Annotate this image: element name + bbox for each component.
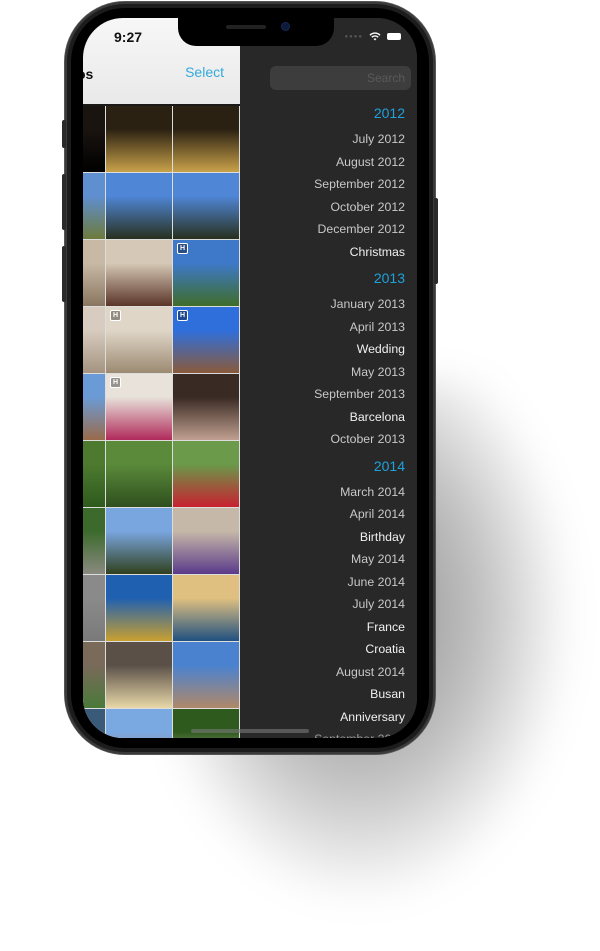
timeline-item[interactable]: January 2013 [314, 293, 405, 316]
wifi-icon [369, 32, 381, 41]
select-button[interactable]: Select [185, 64, 224, 80]
photo-thumbnail[interactable]: H [106, 307, 172, 373]
photos-panel: 9:27 os Select 224 HHHH [83, 18, 240, 738]
photo-thumbnail[interactable] [83, 374, 105, 440]
timeline-item[interactable]: July 2012 [314, 128, 405, 151]
volume-down-button [62, 246, 66, 302]
photo-thumbnail[interactable] [106, 508, 172, 574]
hdr-badge-icon: H [110, 310, 121, 321]
signal-icon: ●●●● [344, 33, 363, 40]
mute-switch [62, 120, 66, 148]
timeline-item[interactable]: Christmas [314, 241, 405, 264]
search-input[interactable] [270, 66, 411, 90]
photo-thumbnail[interactable] [83, 240, 105, 306]
year-header[interactable]: 2012 [314, 98, 405, 128]
photo-thumbnail[interactable] [173, 575, 239, 641]
timeline-item[interactable]: May 2013 [314, 361, 405, 384]
photo-thumbnail[interactable] [173, 173, 239, 239]
timeline-item[interactable]: July 2014 [314, 593, 405, 616]
timeline-item[interactable]: May 2014 [314, 548, 405, 571]
status-icons: ●●●● [344, 32, 401, 41]
photo-thumbnail[interactable] [173, 441, 239, 507]
timeline-item[interactable]: Busan [314, 683, 405, 706]
hdr-badge-icon: H [177, 243, 188, 254]
hdr-badge-icon: H [110, 377, 121, 388]
photo-thumbnail[interactable] [83, 441, 105, 507]
photo-thumbnail[interactable] [173, 709, 239, 738]
photo-thumbnail[interactable] [83, 508, 105, 574]
timeline-item[interactable]: France [314, 616, 405, 639]
timeline-item[interactable]: Croatia [314, 638, 405, 661]
timeline-item[interactable]: Birthday [314, 526, 405, 549]
photo-thumbnail[interactable] [106, 575, 172, 641]
photo-grid: H H H H [83, 106, 240, 738]
photo-thumbnail[interactable] [173, 374, 239, 440]
timeline-item[interactable]: April 2013 [314, 316, 405, 339]
timeline-item[interactable]: April 2014 [314, 503, 405, 526]
year-header[interactable]: 2013 [314, 263, 405, 293]
page-title: os [83, 66, 94, 82]
photo-thumbnail[interactable] [173, 106, 239, 172]
timeline-item[interactable]: September 2012 [314, 173, 405, 196]
timeline-item[interactable]: October 2013 [314, 428, 405, 451]
photo-thumbnail[interactable] [83, 642, 105, 708]
photo-thumbnail[interactable]: H [106, 374, 172, 440]
timeline-item[interactable]: September 2013 [314, 383, 405, 406]
status-time: 9:27 [114, 29, 143, 45]
volume-up-button [62, 174, 66, 230]
photo-thumbnail[interactable] [83, 307, 105, 373]
home-indicator[interactable] [191, 729, 309, 733]
photo-thumbnail[interactable] [106, 642, 172, 708]
timeline-item[interactable]: September 2014 [314, 728, 405, 738]
timeline-item[interactable]: August 2012 [314, 151, 405, 174]
photo-thumbnail[interactable]: H [173, 240, 239, 306]
hdr-badge-icon: H [177, 310, 188, 321]
photo-thumbnail[interactable] [83, 709, 105, 738]
year-header[interactable]: 2014 [314, 451, 405, 481]
notch [178, 18, 334, 46]
photo-thumbnail[interactable]: H [173, 307, 239, 373]
phone-frame: 9:27 os Select 224 HHHH ●●●● 2012July 20… [62, 2, 438, 754]
battery-icon [387, 33, 401, 40]
timeline-item[interactable]: March 2014 [314, 481, 405, 504]
speaker-grille [226, 25, 266, 29]
timeline-item[interactable]: Anniversary [314, 706, 405, 729]
photo-thumbnail[interactable] [173, 508, 239, 574]
timeline-item[interactable]: October 2012 [314, 196, 405, 219]
power-button [434, 198, 438, 284]
photo-thumbnail[interactable] [106, 709, 172, 738]
timeline-list: 2012 July 2012 August 2012 September 2012 Oc… [314, 98, 405, 738]
photo-thumbnail[interactable] [83, 173, 105, 239]
screen: 9:27 os Select 224 HHHH ●●●● 2012July 20… [83, 18, 417, 738]
timeline-sidebar: ●●●● 2012July 2012August 2012September 2… [240, 18, 417, 738]
photo-thumbnail[interactable] [83, 575, 105, 641]
photo-thumbnail[interactable] [173, 642, 239, 708]
timeline-item[interactable]: Barcelona [314, 406, 405, 429]
timeline-item[interactable]: Wedding [314, 338, 405, 361]
front-camera [282, 23, 289, 30]
photo-thumbnail[interactable] [106, 240, 172, 306]
photo-thumbnail[interactable] [106, 173, 172, 239]
timeline-item[interactable]: June 2014 [314, 571, 405, 594]
photo-thumbnail[interactable] [106, 106, 172, 172]
timeline-item[interactable]: August 2014 [314, 661, 405, 684]
photo-thumbnail[interactable] [106, 441, 172, 507]
photo-thumbnail[interactable] [83, 106, 105, 172]
timeline-item[interactable]: December 2012 [314, 218, 406, 241]
